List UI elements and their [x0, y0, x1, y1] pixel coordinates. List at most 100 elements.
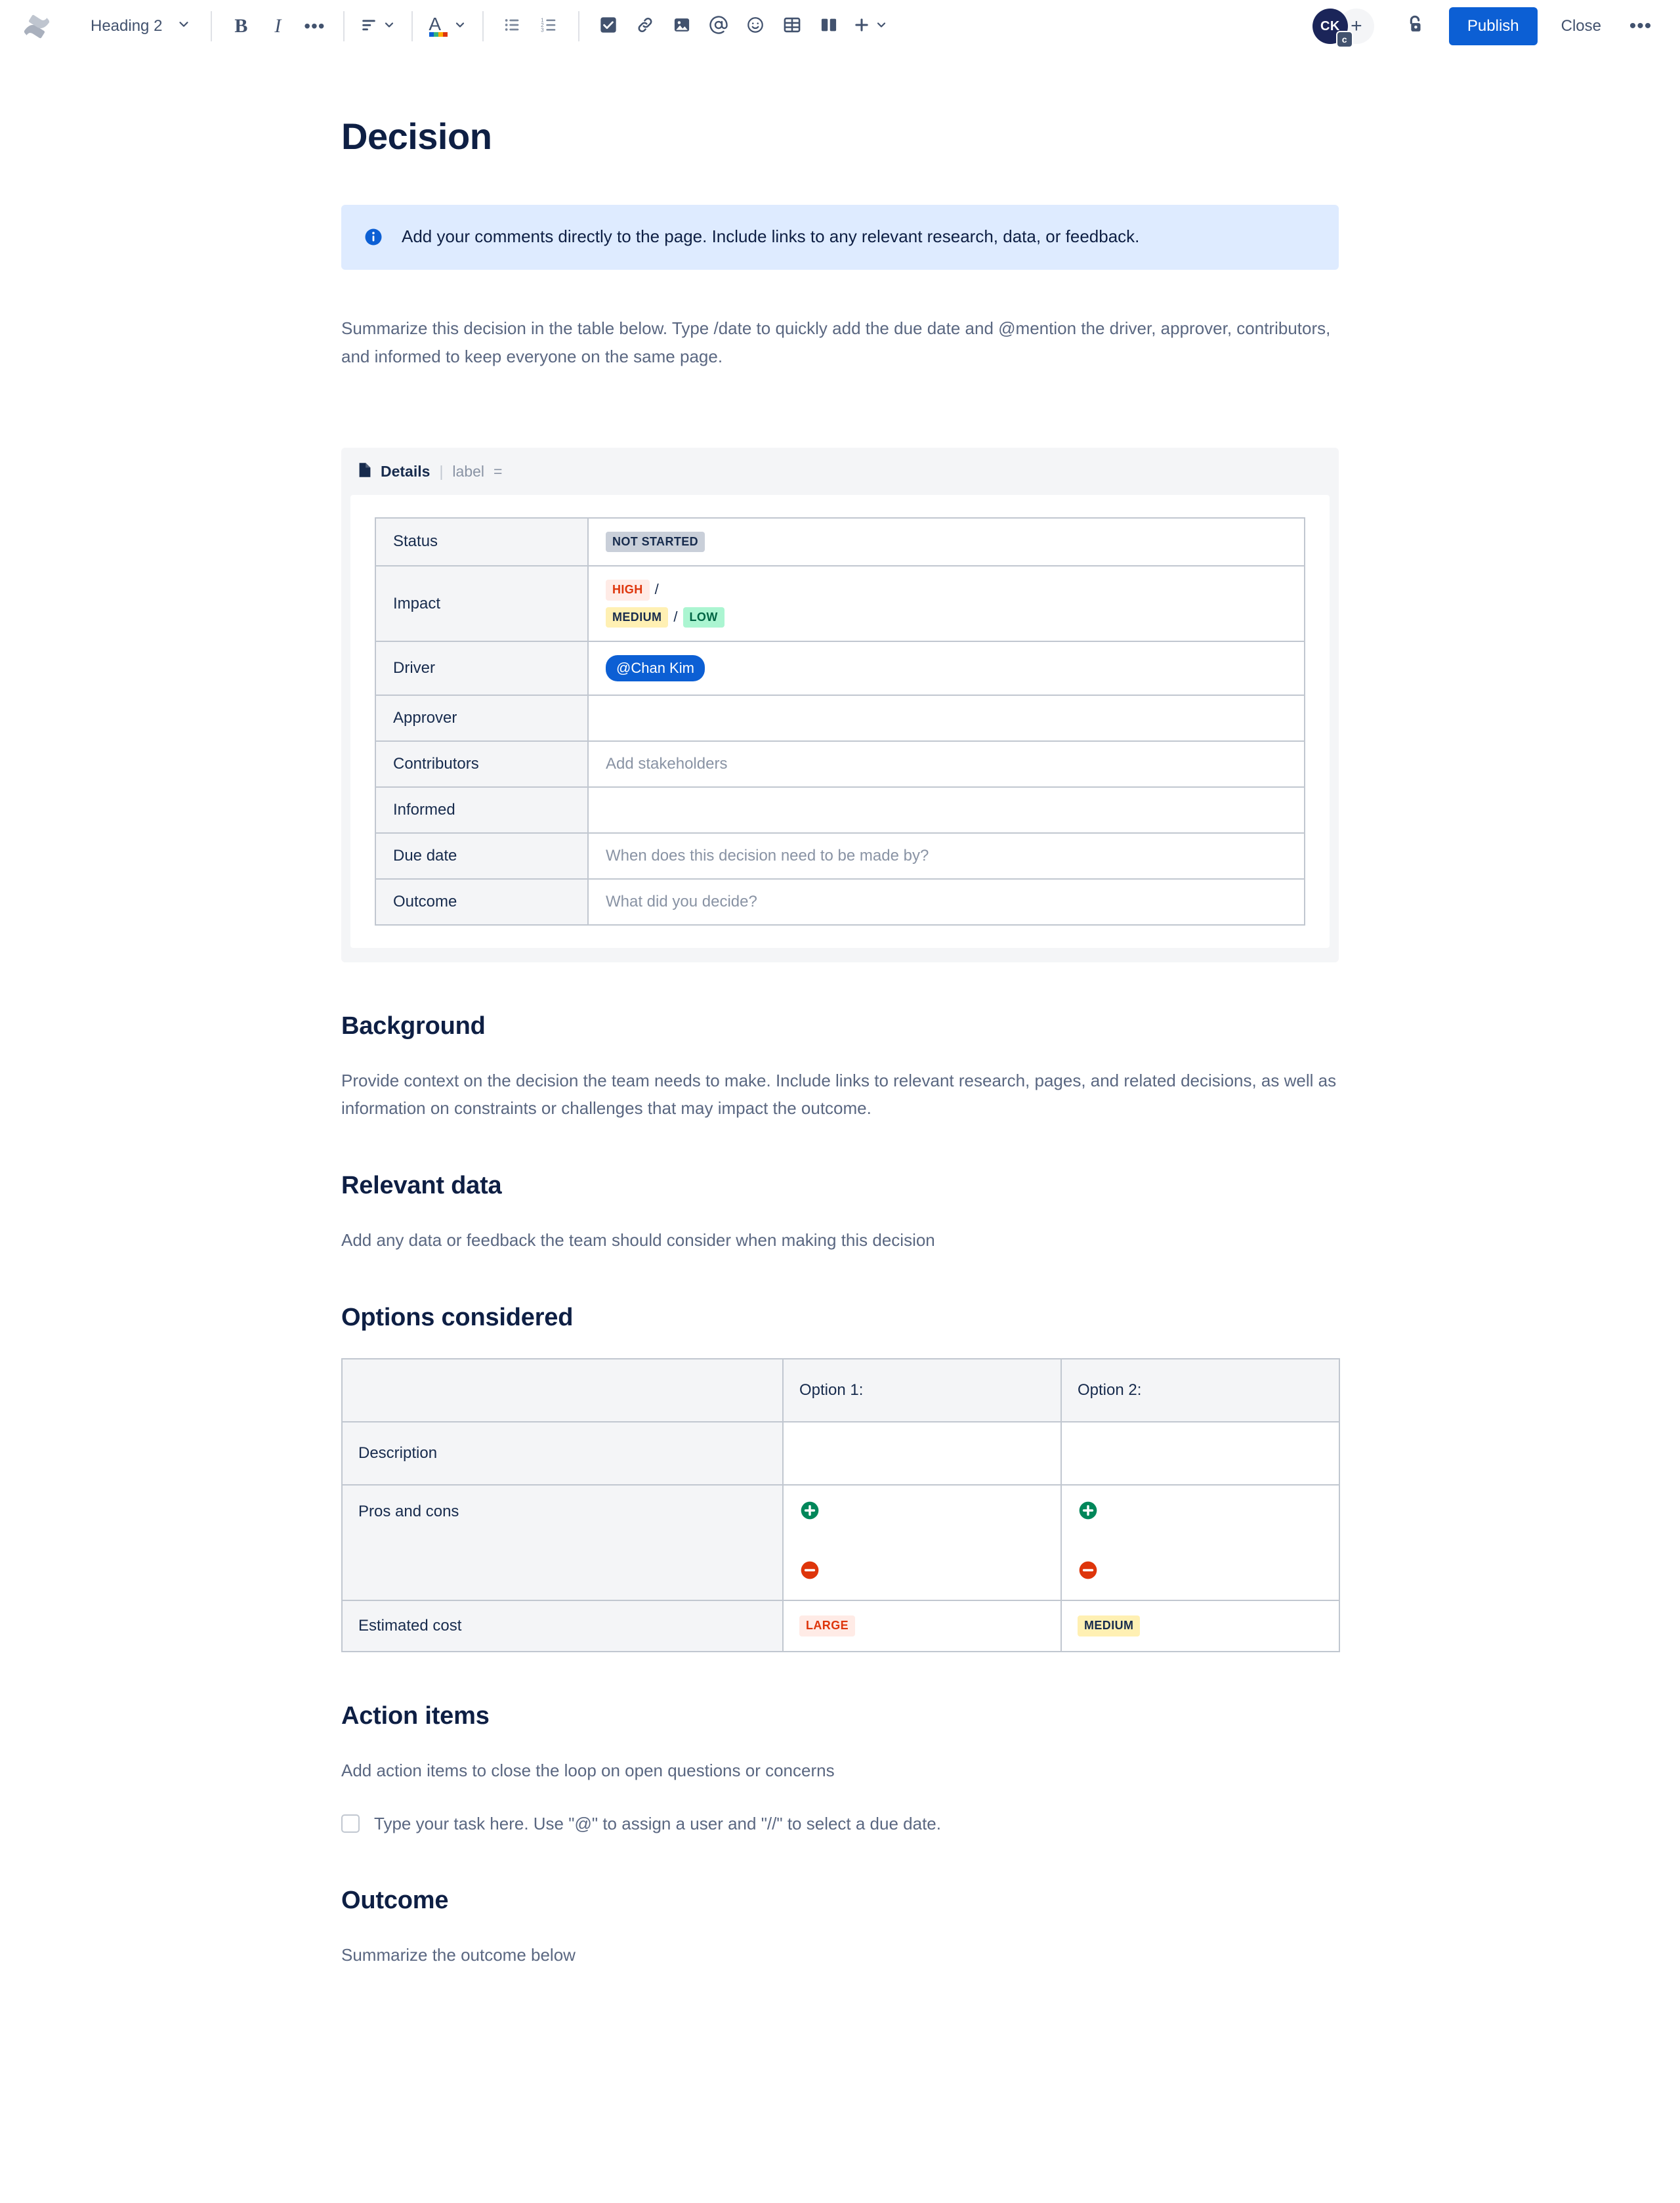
- options-cell-cost-option2[interactable]: MEDIUM: [1060, 1600, 1340, 1652]
- task-list-button[interactable]: [590, 8, 627, 45]
- bullet-list-icon: [503, 16, 522, 37]
- bullet-list-button[interactable]: [494, 8, 531, 45]
- restrictions-button[interactable]: [1398, 9, 1432, 43]
- page-title[interactable]: Decision: [341, 116, 1339, 158]
- content-column: Decision Add your comments directly to t…: [341, 116, 1340, 1969]
- details-table: Status NOT STARTED Impact HIGH / MEDIUM …: [375, 517, 1305, 926]
- options-row-label-description: Description: [341, 1421, 784, 1486]
- toolbar-divider: [411, 11, 413, 41]
- details-row-value[interactable]: What did you decide?: [587, 878, 1305, 926]
- more-formatting-button[interactable]: •••: [296, 8, 333, 45]
- section-heading-action-items[interactable]: Action items: [341, 1702, 1339, 1730]
- placeholder-text: Add stakeholders: [606, 754, 728, 773]
- layout-button[interactable]: [810, 8, 847, 45]
- chevron-down-icon: [383, 18, 396, 35]
- table-button[interactable]: [774, 8, 810, 45]
- background-body[interactable]: Provide context on the decision the team…: [341, 1067, 1339, 1122]
- avatar[interactable]: CK c: [1312, 9, 1353, 48]
- table-row: Outcome What did you decide?: [375, 878, 1305, 926]
- publish-button[interactable]: Publish: [1448, 7, 1538, 45]
- task-placeholder-text[interactable]: Type your task here. Use "@" to assign a…: [374, 1812, 941, 1837]
- details-row-value[interactable]: NOT STARTED: [587, 517, 1305, 567]
- bold-button[interactable]: B: [222, 8, 259, 45]
- details-row-value[interactable]: HIGH / MEDIUM / LOW: [587, 565, 1305, 643]
- table-row: Driver @Chan Kim: [375, 641, 1305, 696]
- action-items-body[interactable]: Add action items to close the loop on op…: [341, 1757, 1339, 1784]
- mention-button[interactable]: [700, 8, 737, 45]
- mention-chip[interactable]: @Chan Kim: [606, 655, 705, 681]
- layout-columns-icon: [820, 16, 838, 37]
- details-row-key: Approver: [375, 694, 589, 742]
- impact-separator: /: [654, 581, 659, 598]
- details-macro-header[interactable]: Details | label =: [341, 448, 1339, 495]
- info-panel-text: Add your comments directly to the page. …: [402, 226, 1140, 247]
- text-style-dropdown[interactable]: Heading 2: [81, 8, 200, 45]
- table-icon: [783, 16, 801, 37]
- details-row-value[interactable]: When does this decision need to be made …: [587, 832, 1305, 880]
- options-cell-pros-cons-option2[interactable]: [1060, 1484, 1340, 1602]
- details-row-value[interactable]: @Chan Kim: [587, 641, 1305, 696]
- table-row: Approver: [375, 694, 1305, 742]
- impact-line-medium-low: MEDIUM / LOW: [606, 607, 1287, 628]
- bold-icon: B: [234, 15, 248, 37]
- align-left-icon: [360, 16, 377, 37]
- task-checkbox[interactable]: [341, 1814, 360, 1833]
- text-align-button[interactable]: [355, 8, 401, 45]
- options-cell-pros-cons-option1[interactable]: [782, 1484, 1062, 1602]
- impact-badge-medium: MEDIUM: [606, 607, 669, 628]
- section-heading-options-considered[interactable]: Options considered: [341, 1304, 1339, 1332]
- section-heading-background[interactable]: Background: [341, 1012, 1339, 1040]
- details-row-value[interactable]: [587, 786, 1305, 834]
- options-cell-description-option2[interactable]: [1060, 1421, 1340, 1486]
- intro-paragraph[interactable]: Summarize this decision in the table bel…: [341, 314, 1339, 370]
- avatar-app-badge: c: [1335, 31, 1353, 48]
- options-header-option2[interactable]: Option 2:: [1060, 1358, 1340, 1423]
- relevant-data-body[interactable]: Add any data or feedback the team should…: [341, 1226, 1339, 1254]
- emoji-button[interactable]: [737, 8, 774, 45]
- italic-button[interactable]: I: [259, 8, 296, 45]
- plus-circle-icon: [799, 1500, 1045, 1526]
- checkbox-icon: [599, 16, 618, 37]
- page-body: Decision Add your comments directly to t…: [0, 53, 1680, 1969]
- options-header-option1[interactable]: Option 1:: [782, 1358, 1062, 1423]
- impact-badge-low: LOW: [682, 607, 724, 628]
- details-macro-panel: Details | label = Status NOT STARTED Imp…: [341, 447, 1339, 962]
- editor-toolbar: Heading 2 B I ••• A 1 2 3 CK c + Publish…: [0, 0, 1680, 53]
- details-row-key: Status: [375, 517, 589, 567]
- cost-badge-option2: MEDIUM: [1078, 1615, 1141, 1636]
- impact-separator: /: [673, 608, 678, 625]
- outcome-body[interactable]: Summarize the outcome below: [341, 1941, 1339, 1969]
- options-cell-description-option1[interactable]: [782, 1421, 1062, 1486]
- at-mention-icon: [709, 15, 728, 38]
- details-row-value[interactable]: Add stakeholders: [587, 740, 1305, 788]
- italic-icon: I: [274, 15, 282, 37]
- table-row: Description: [341, 1421, 1340, 1486]
- info-icon: [364, 227, 383, 250]
- plus-icon: [852, 16, 871, 37]
- text-color-icon: A: [429, 14, 448, 37]
- numbered-list-button[interactable]: 123: [531, 8, 568, 45]
- chevron-down-icon: [875, 18, 888, 35]
- table-row: Informed: [375, 786, 1305, 834]
- emoji-icon: [746, 16, 765, 37]
- toolbar-divider: [578, 11, 580, 41]
- details-row-key: Driver: [375, 641, 589, 696]
- options-cell-cost-option1[interactable]: LARGE: [782, 1600, 1062, 1652]
- link-button[interactable]: [627, 8, 663, 45]
- section-heading-relevant-data[interactable]: Relevant data: [341, 1172, 1339, 1200]
- details-macro-label-eq: =: [494, 463, 503, 481]
- collaborators: CK c +: [1312, 9, 1374, 48]
- toolbar-divider: [343, 11, 345, 41]
- action-item-row: Type your task here. Use "@" to assign a…: [341, 1812, 1339, 1837]
- toolbar-divider: [482, 11, 484, 41]
- close-button[interactable]: Close: [1547, 7, 1616, 45]
- details-row-key: Outcome: [375, 878, 589, 926]
- image-button[interactable]: [663, 8, 700, 45]
- section-heading-outcome[interactable]: Outcome: [341, 1887, 1339, 1915]
- details-row-value[interactable]: [587, 694, 1305, 742]
- more-options-button[interactable]: •••: [1624, 9, 1658, 43]
- confluence-logo[interactable]: [20, 9, 54, 43]
- text-color-button[interactable]: A: [423, 8, 472, 45]
- table-row: Impact HIGH / MEDIUM / LOW: [375, 565, 1305, 643]
- insert-more-button[interactable]: [847, 8, 893, 45]
